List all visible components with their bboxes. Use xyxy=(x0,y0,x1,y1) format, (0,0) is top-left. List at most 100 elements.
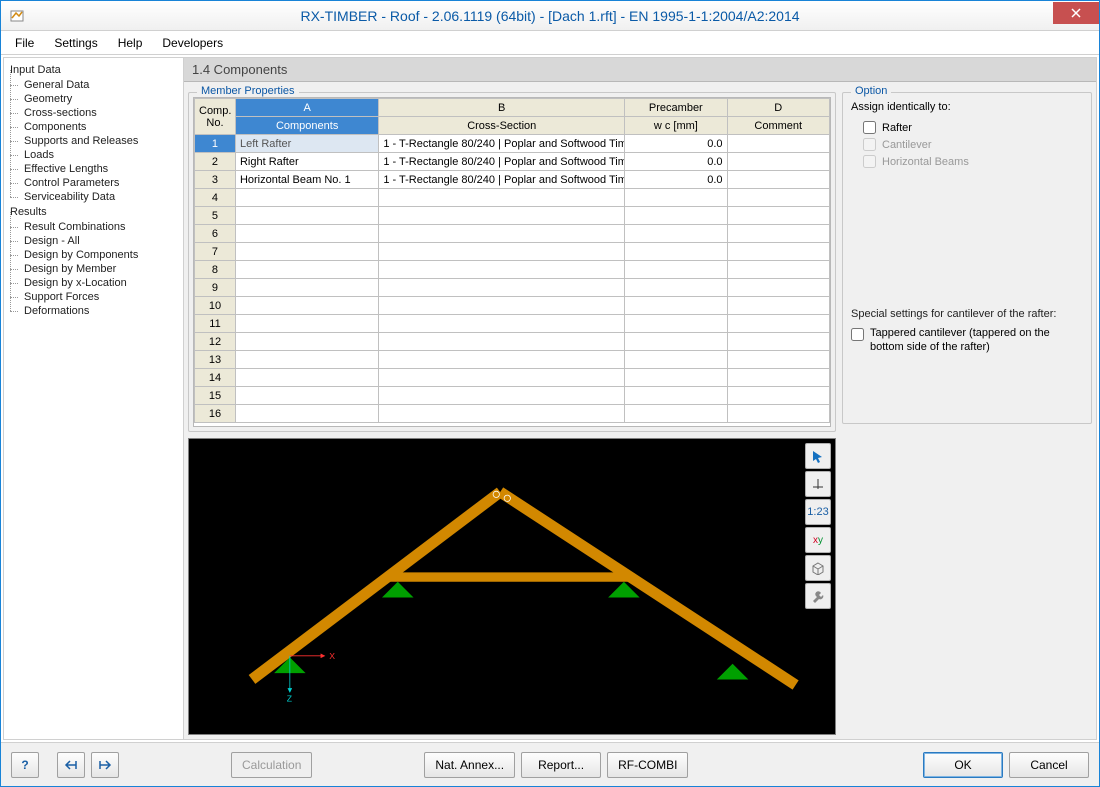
prev-button[interactable] xyxy=(57,752,85,778)
cell-precamber[interactable] xyxy=(625,225,727,243)
table-row[interactable]: 1Left Rafter1 - T-Rectangle 80/240 | Pop… xyxy=(195,135,830,153)
viewer-btn-view[interactable] xyxy=(805,471,831,497)
cell-comment[interactable] xyxy=(727,297,829,315)
cell-precamber[interactable]: 0.0 xyxy=(625,135,727,153)
table-row[interactable]: 12 xyxy=(195,333,830,351)
cell-crosssection[interactable]: 1 - T-Rectangle 80/240 | Poplar and Soft… xyxy=(379,135,625,153)
cell-comment[interactable] xyxy=(727,333,829,351)
cell-comment[interactable] xyxy=(727,351,829,369)
cell-crosssection[interactable]: 1 - T-Rectangle 80/240 | Poplar and Soft… xyxy=(379,171,625,189)
tree-item[interactable]: Design by Components xyxy=(4,248,183,262)
row-number[interactable]: 7 xyxy=(195,243,236,261)
cell-precamber[interactable] xyxy=(625,243,727,261)
cell-comment[interactable] xyxy=(727,189,829,207)
row-number[interactable]: 6 xyxy=(195,225,236,243)
cell-precamber[interactable] xyxy=(625,405,727,423)
close-button[interactable] xyxy=(1053,2,1099,24)
row-number[interactable]: 10 xyxy=(195,297,236,315)
table-row[interactable]: 5 xyxy=(195,207,830,225)
cell-crosssection[interactable] xyxy=(379,387,625,405)
cell-crosssection[interactable]: 1 - T-Rectangle 80/240 | Poplar and Soft… xyxy=(379,153,625,171)
cell-precamber[interactable] xyxy=(625,279,727,297)
cell-precamber[interactable] xyxy=(625,261,727,279)
row-number[interactable]: 8 xyxy=(195,261,236,279)
tree-root-input[interactable]: Input Data xyxy=(4,62,183,78)
viewer-btn-xy[interactable]: xy xyxy=(805,527,831,553)
table-row[interactable]: 14 xyxy=(195,369,830,387)
row-number[interactable]: 5 xyxy=(195,207,236,225)
cell-comment[interactable] xyxy=(727,153,829,171)
cell-precamber[interactable] xyxy=(625,369,727,387)
row-number[interactable]: 1 xyxy=(195,135,236,153)
tree-root-results[interactable]: Results xyxy=(4,204,183,220)
menu-file[interactable]: File xyxy=(7,34,42,52)
cell-component[interactable] xyxy=(235,315,378,333)
chk-rafter-input[interactable] xyxy=(863,121,876,134)
table-row[interactable]: 4 xyxy=(195,189,830,207)
grid-col-a[interactable]: A xyxy=(235,99,378,117)
viewer-btn-settings[interactable] xyxy=(805,583,831,609)
cell-component[interactable] xyxy=(235,333,378,351)
row-number[interactable]: 9 xyxy=(195,279,236,297)
cell-precamber[interactable]: 0.0 xyxy=(625,171,727,189)
next-button[interactable] xyxy=(91,752,119,778)
model-viewer[interactable]: X Z 1:23 xy xyxy=(188,438,836,735)
cell-crosssection[interactable] xyxy=(379,261,625,279)
chk-tapered[interactable]: Tappered cantilever (tappered on the bot… xyxy=(851,326,1083,355)
cell-component[interactable] xyxy=(235,261,378,279)
cell-component[interactable] xyxy=(235,387,378,405)
grid-col-b[interactable]: B xyxy=(379,99,625,117)
chk-rafter[interactable]: Rafter xyxy=(863,121,1083,134)
cell-component[interactable]: Horizontal Beam No. 1 xyxy=(235,171,378,189)
row-number[interactable]: 2 xyxy=(195,153,236,171)
cell-component[interactable] xyxy=(235,189,378,207)
table-row[interactable]: 16 xyxy=(195,405,830,423)
tree-item[interactable]: Control Parameters xyxy=(4,176,183,190)
table-row[interactable]: 7 xyxy=(195,243,830,261)
cell-component[interactable] xyxy=(235,297,378,315)
row-number[interactable]: 15 xyxy=(195,387,236,405)
row-number[interactable]: 11 xyxy=(195,315,236,333)
cell-crosssection[interactable] xyxy=(379,225,625,243)
table-row[interactable]: 2Right Rafter1 - T-Rectangle 80/240 | Po… xyxy=(195,153,830,171)
tree-item[interactable]: Design - All xyxy=(4,234,183,248)
cell-component[interactable]: Right Rafter xyxy=(235,153,378,171)
cell-component[interactable] xyxy=(235,207,378,225)
cell-comment[interactable] xyxy=(727,207,829,225)
cell-component[interactable] xyxy=(235,351,378,369)
cell-crosssection[interactable] xyxy=(379,243,625,261)
cell-comment[interactable] xyxy=(727,405,829,423)
cell-component[interactable] xyxy=(235,405,378,423)
row-number[interactable]: 16 xyxy=(195,405,236,423)
cell-component[interactable] xyxy=(235,279,378,297)
nav-tree[interactable]: Input Data General DataGeometryCross-sec… xyxy=(4,58,184,739)
cell-crosssection[interactable] xyxy=(379,405,625,423)
row-number[interactable]: 12 xyxy=(195,333,236,351)
table-row[interactable]: 15 xyxy=(195,387,830,405)
grid-col-components[interactable]: Components xyxy=(235,117,378,135)
row-number[interactable]: 14 xyxy=(195,369,236,387)
cell-comment[interactable] xyxy=(727,387,829,405)
row-number[interactable]: 4 xyxy=(195,189,236,207)
components-grid[interactable]: Comp. No. A B Precamber D Components Cro… xyxy=(193,97,831,427)
cell-component[interactable] xyxy=(235,243,378,261)
grid-col-d[interactable]: D xyxy=(727,99,829,117)
table-row[interactable]: 8 xyxy=(195,261,830,279)
cell-precamber[interactable]: 0.0 xyxy=(625,153,727,171)
tree-item[interactable]: Deformations xyxy=(4,304,183,318)
grid-col-c[interactable]: Precamber xyxy=(625,99,727,117)
cell-crosssection[interactable] xyxy=(379,333,625,351)
cell-crosssection[interactable] xyxy=(379,369,625,387)
menu-settings[interactable]: Settings xyxy=(46,34,105,52)
tree-item[interactable]: Design by x-Location xyxy=(4,276,183,290)
tree-item[interactable]: Support Forces xyxy=(4,290,183,304)
menu-developers[interactable]: Developers xyxy=(154,34,231,52)
cell-precamber[interactable] xyxy=(625,207,727,225)
cell-crosssection[interactable] xyxy=(379,189,625,207)
cell-precamber[interactable] xyxy=(625,315,727,333)
tree-item[interactable]: Effective Lengths xyxy=(4,162,183,176)
cell-comment[interactable] xyxy=(727,315,829,333)
tree-item[interactable]: Cross-sections xyxy=(4,106,183,120)
viewer-btn-measure[interactable]: 1:23 xyxy=(805,499,831,525)
cell-comment[interactable] xyxy=(727,171,829,189)
